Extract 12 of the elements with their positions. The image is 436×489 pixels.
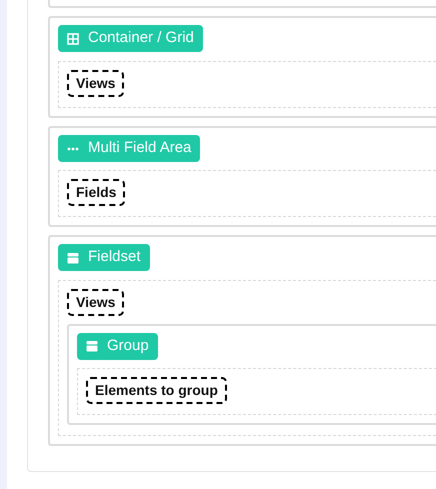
slot-label: Elements to group [86,377,227,404]
block-badge[interactable]: Container / Grid [58,25,203,52]
slot-label: Fields [67,179,126,206]
box-icon [86,340,98,352]
block-badge[interactable]: Multi Field Area [58,135,200,162]
slot-label: Views [67,70,124,96]
box-icon [67,252,79,264]
block-badge[interactable]: Fieldset [58,244,150,271]
block-badge[interactable]: Group [77,332,158,360]
grid-icon [67,32,79,44]
dots-icon [67,146,79,150]
slot-label: Views [67,288,124,316]
